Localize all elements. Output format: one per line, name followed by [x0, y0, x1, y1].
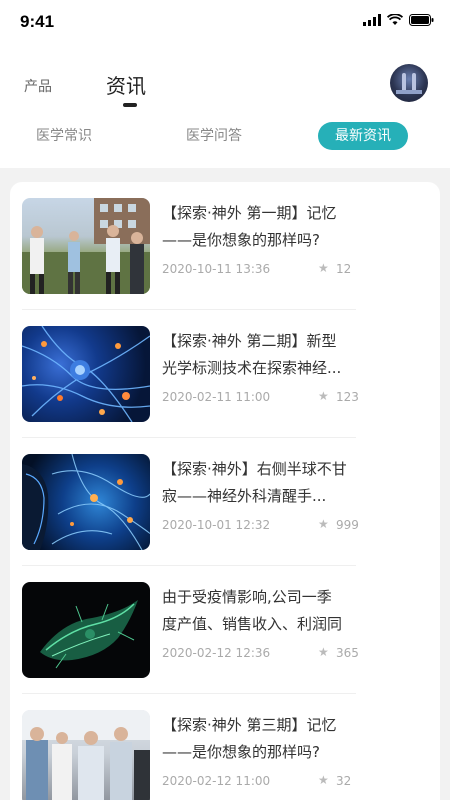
status-icons	[363, 14, 434, 26]
article-item[interactable]: 由于受疫情影响,公司一季 度产值、销售收入、利润同 2020-02-12 12:3…	[22, 566, 359, 694]
top-header: 9:41 产品 资讯 医学常识 医学问答 最新资讯	[0, 0, 450, 168]
article-date: 2020-10-11 13:36	[162, 262, 271, 276]
signal-icon	[363, 14, 381, 26]
star-icon: ★	[318, 517, 329, 531]
article-item[interactable]: 【探索·神外 第二期】新型 光学标测技术在探索神经... 2020-02-11 1…	[22, 310, 359, 438]
star-icon: ★	[318, 261, 329, 275]
article-date: 2020-02-12 11:00	[162, 774, 271, 788]
article-thumbnail	[22, 582, 150, 678]
article-date: 2020-02-11 11:00	[162, 390, 271, 404]
subtab-latest-news[interactable]: 最新资讯	[318, 122, 408, 150]
article-item[interactable]: 【探索·神外 第三期】记忆 ——是你想象的那样吗? 2020-02-12 11:0…	[22, 694, 356, 800]
article-thumbnail	[22, 710, 150, 800]
article-count: 32	[336, 774, 352, 788]
article-count: 999	[336, 518, 359, 532]
article-item[interactable]: 【探索·神外 第一期】记忆 ——是你想象的那样吗? 2020-10-11 13:3…	[22, 182, 356, 310]
article-item[interactable]: 【探索·神外】右侧半球不甘 寂——神经外科清醒手... 2020-10-01 12…	[22, 438, 359, 566]
article-count: 123	[336, 390, 359, 404]
active-tab-indicator	[123, 103, 137, 107]
article-count: 12	[336, 262, 352, 276]
subtab-medical-knowledge[interactable]: 医学常识	[26, 122, 102, 150]
tab-product[interactable]: 产品	[24, 76, 52, 96]
battery-icon	[409, 14, 434, 26]
article-title: 【探索·神外 第一期】记忆 ——是你想象的那样吗?	[162, 204, 337, 249]
article-title: 【探索·神外 第三期】记忆 ——是你想象的那样吗?	[162, 716, 337, 761]
article-thumbnail	[22, 198, 150, 294]
article-date: 2020-10-01 12:32	[162, 518, 271, 532]
subtab-bar: 医学常识 医学问答 最新资讯	[0, 118, 450, 152]
article-list: 【探索·神外 第一期】记忆 ——是你想象的那样吗? 2020-10-11 13:3…	[10, 182, 440, 800]
tab-news[interactable]: 资讯	[106, 70, 146, 99]
star-icon: ★	[318, 645, 329, 659]
article-thumbnail	[22, 326, 150, 422]
article-date: 2020-02-12 12:36	[162, 646, 271, 660]
status-time: 9:41	[20, 12, 55, 31]
article-title: 【探索·神外 第二期】新型 光学标测技术在探索神经...	[162, 332, 342, 377]
avatar[interactable]	[390, 64, 428, 102]
wifi-icon	[387, 14, 403, 25]
subtab-medical-qa[interactable]: 医学问答	[176, 122, 252, 150]
star-icon: ★	[318, 389, 329, 403]
star-icon: ★	[318, 773, 329, 787]
article-thumbnail	[22, 454, 150, 550]
status-bar: 9:41	[0, 0, 450, 44]
article-title: 由于受疫情影响,公司一季 度产值、销售收入、利润同	[162, 588, 343, 633]
article-count: 365	[336, 646, 359, 660]
article-title: 【探索·神外】右侧半球不甘 寂——神经外科清醒手...	[162, 460, 347, 505]
top-nav: 产品 资讯	[0, 50, 450, 120]
